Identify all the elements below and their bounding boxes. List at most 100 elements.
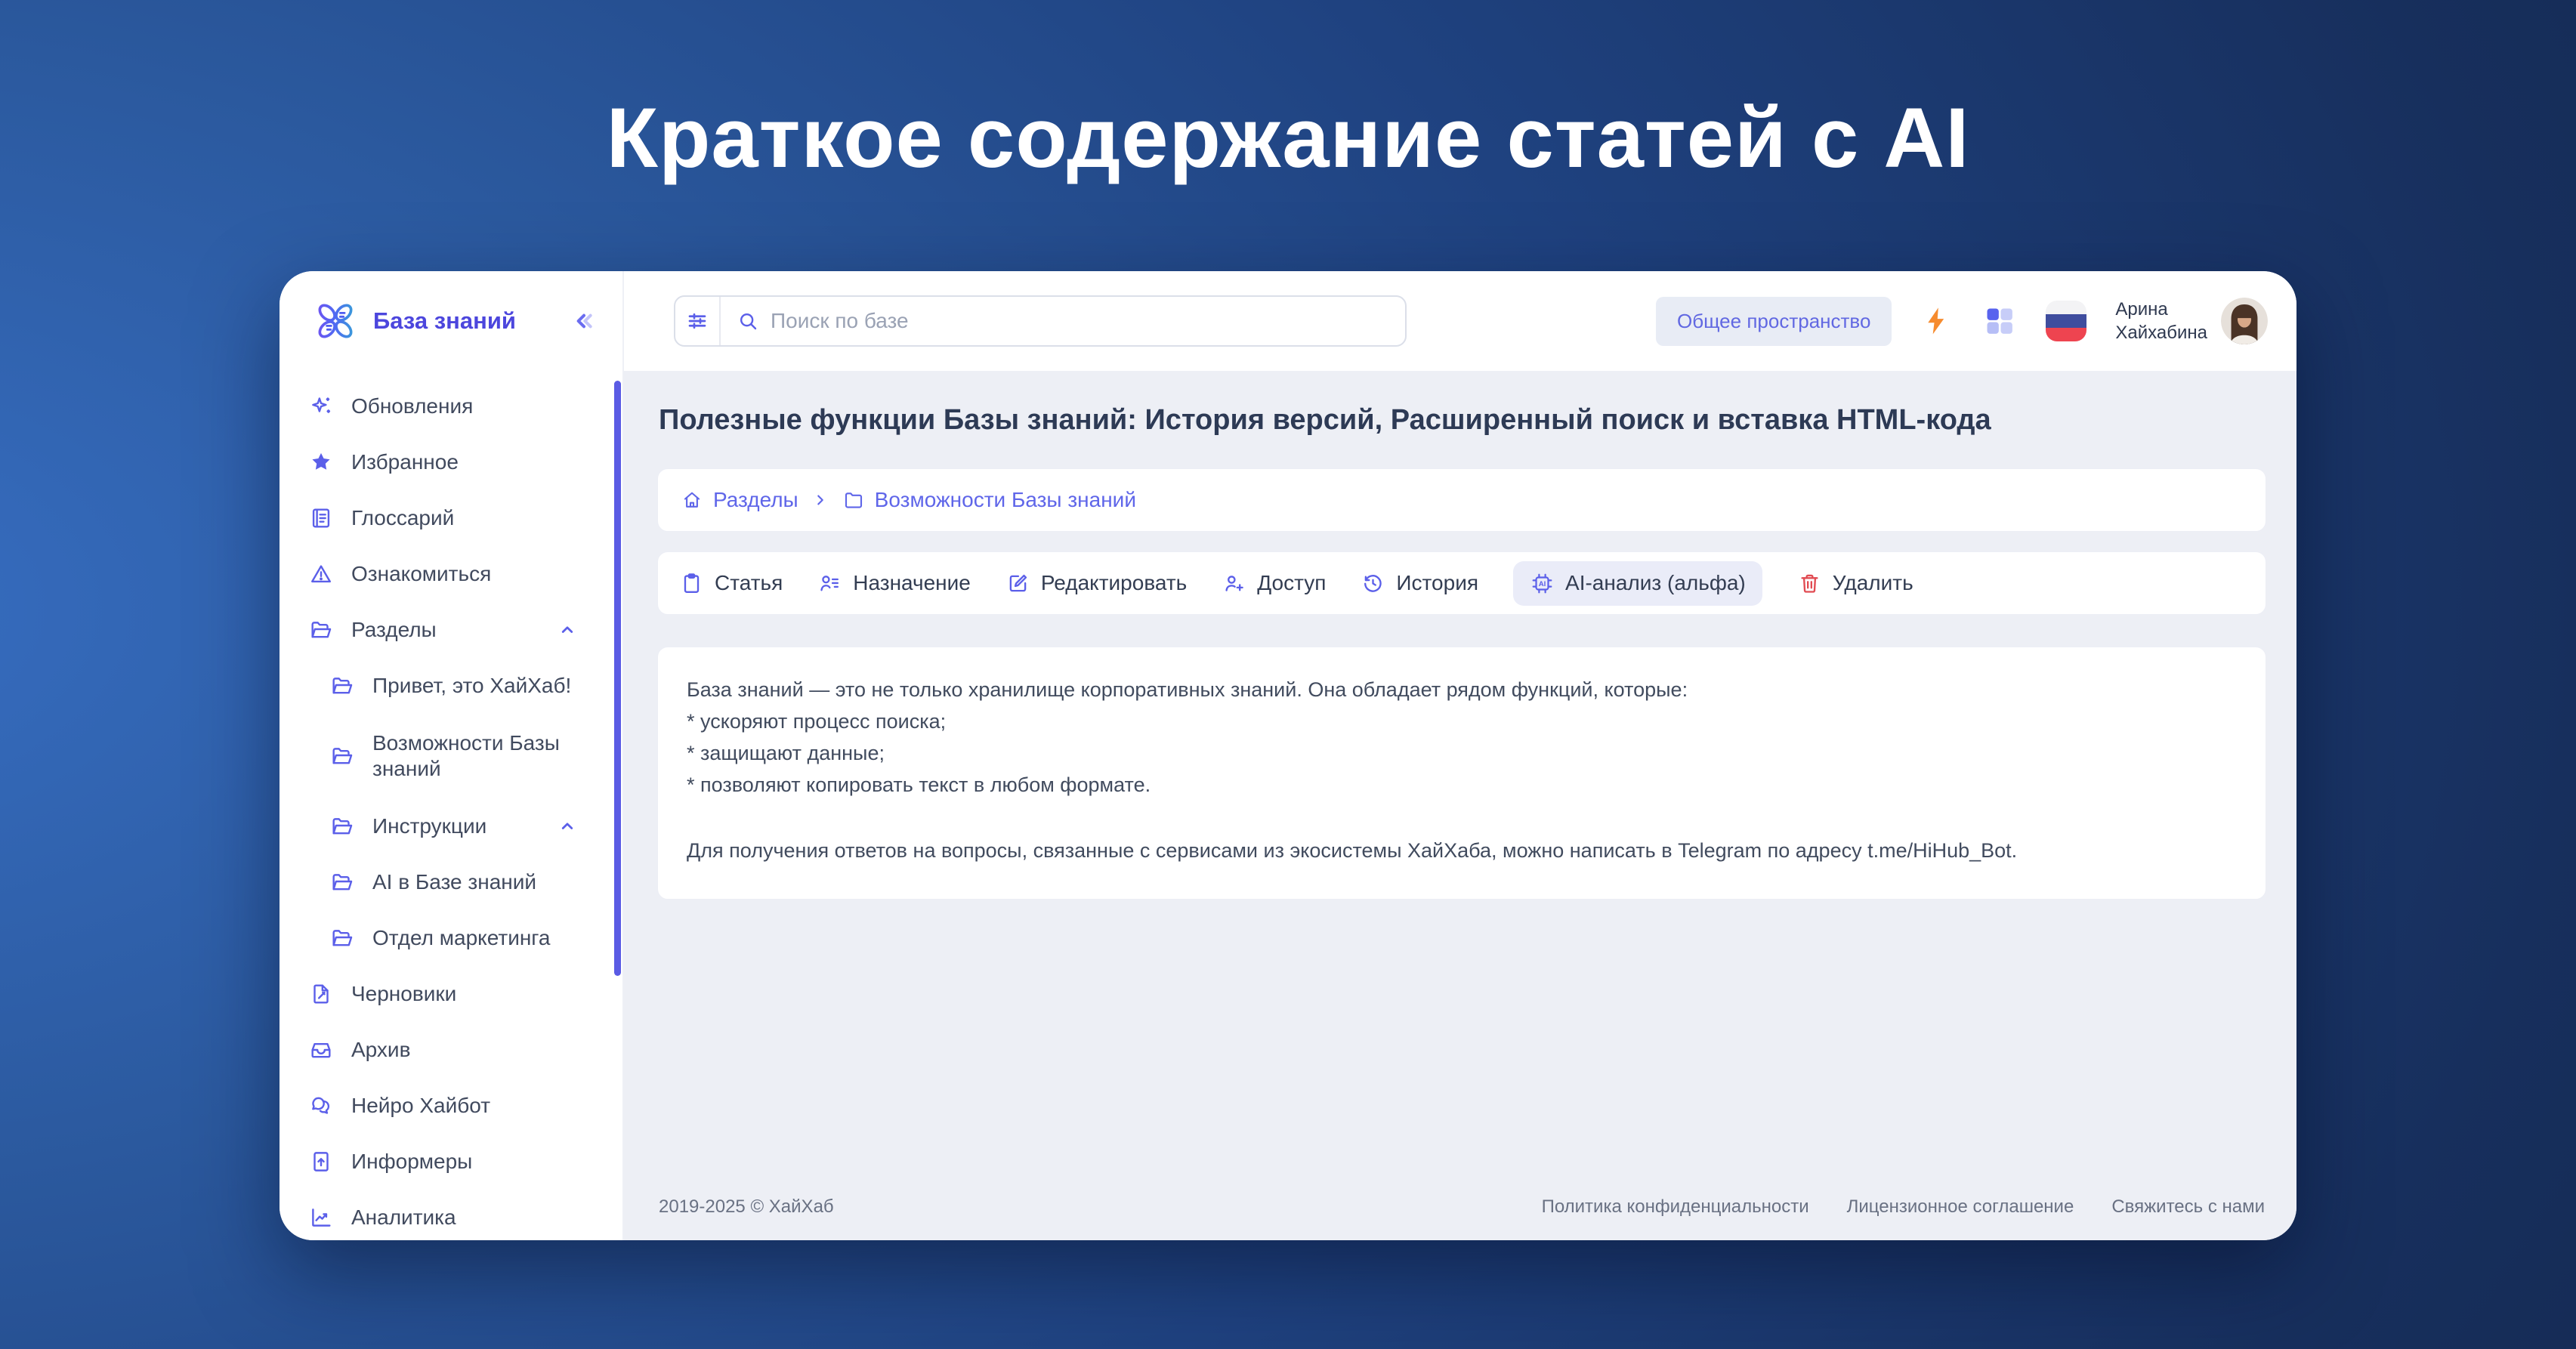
sidebar-item-label: Информеры: [351, 1150, 473, 1173]
sidebar-item-label: Нейро Хайбот: [351, 1094, 491, 1117]
access-button[interactable]: Доступ: [1222, 571, 1326, 596]
sidebar-item-analytics[interactable]: Аналитика: [280, 1190, 622, 1240]
sidebar-nav: Обновления Избранное Глоссарий Ознакомит…: [280, 371, 622, 1240]
history-button[interactable]: История: [1361, 571, 1478, 596]
sidebar-item-label: Архив: [351, 1038, 411, 1061]
edit-pencil-icon: [1005, 571, 1030, 596]
sidebar-item-label: Ознакомиться: [351, 562, 492, 585]
article-paragraph: Для получения ответов на вопросы, связан…: [687, 839, 2018, 863]
language-flag-ru[interactable]: [2046, 301, 2087, 341]
sidebar-item-label: Возможности Базы знаний: [372, 730, 560, 780]
warning-icon: [308, 561, 334, 587]
sidebar-item-updates[interactable]: Обновления: [280, 378, 622, 434]
star-icon: [308, 449, 334, 475]
breadcrumb-root-link[interactable]: Разделы: [681, 488, 798, 512]
sidebar-item-kb-features[interactable]: Возможности Базы знаний: [280, 714, 622, 798]
article-paragraph: * позволяют копировать текст в любом фор…: [687, 773, 1151, 796]
chevron-right-icon: [811, 490, 830, 510]
sidebar-item-label: AI в Базе знаний: [372, 870, 537, 894]
sparkles-icon: [308, 394, 334, 419]
clipboard-icon: [679, 571, 704, 596]
informer-icon: [308, 1149, 334, 1175]
app-logo-icon: [310, 295, 361, 347]
footer-link-license[interactable]: Лицензионное соглашение: [1847, 1196, 2074, 1218]
search-box: [674, 295, 1407, 347]
footer-link-privacy[interactable]: Политика конфиденциальности: [1542, 1196, 1809, 1218]
lightning-icon[interactable]: [1920, 304, 1954, 338]
article-tab-button[interactable]: Статья: [679, 571, 783, 596]
topbar-right: Общее пространство Арина Хайхабина: [1655, 296, 2268, 346]
app-name: База знаний: [373, 307, 516, 334]
sidebar-item-label: Обновления: [351, 394, 474, 418]
sidebar-collapse-button[interactable]: [567, 304, 600, 338]
article-paragraph: * ускоряют процесс поиска;: [687, 709, 947, 733]
footer: 2019-2025 © ХайХаб Политика конфиденциал…: [657, 1196, 2266, 1218]
double-chevron-left-icon: [568, 306, 598, 336]
sidebar-item-label: Избранное: [351, 450, 459, 474]
ai-analysis-button[interactable]: AI-анализ (альфа): [1513, 560, 1762, 606]
ai-chip-icon: [1530, 571, 1555, 596]
article-body: База знаний — это не только хранилище ко…: [657, 647, 2266, 900]
search-filter-button[interactable]: [675, 297, 721, 345]
sidebar-item-label: Черновики: [351, 982, 457, 1005]
folder-open-icon: [329, 925, 355, 951]
assignment-button[interactable]: Назначение: [817, 571, 971, 596]
home-icon: [681, 489, 703, 511]
apps-grid-icon[interactable]: [1982, 304, 2017, 338]
breadcrumb: Разделы Возможности Базы знаний: [657, 468, 2266, 532]
sidebar-item-neuro-hibot[interactable]: Нейро Хайбот: [280, 1078, 622, 1134]
space-badge[interactable]: Общее пространство: [1655, 296, 1892, 346]
topbar: Общее пространство Арина Хайхабина: [624, 271, 2296, 371]
folder-open-icon: [329, 743, 355, 769]
chevron-up-icon[interactable]: [556, 619, 579, 641]
article-paragraph: База знаний — это не только хранилище ко…: [687, 678, 1688, 701]
slide-title: Краткое содержание статей с AI: [606, 91, 1970, 185]
sidebar-item-ai-in-kb[interactable]: AI в Базе знаний: [280, 854, 622, 910]
user-name: Арина Хайхабина: [2115, 298, 2207, 343]
folder-open-icon: [329, 813, 355, 839]
sidebar-item-instructions[interactable]: Инструкции: [280, 798, 622, 854]
sidebar-item-hello-hihub[interactable]: Привет, это ХайХаб!: [280, 658, 622, 714]
edit-button[interactable]: Редактировать: [1005, 571, 1187, 596]
sidebar-item-label: Разделы: [351, 618, 437, 641]
user-plus-icon: [1222, 571, 1246, 596]
sidebar-item-get-acquainted[interactable]: Ознакомиться: [280, 546, 622, 602]
sidebar-item-marketing[interactable]: Отдел маркетинга: [280, 910, 622, 966]
sidebar-item-drafts[interactable]: Черновики: [280, 966, 622, 1022]
history-icon: [1361, 571, 1385, 596]
article-toolbar: Статья Назначение Редактировать Доступ И…: [657, 551, 2266, 615]
filter-sliders-icon: [685, 309, 709, 333]
footer-link-contact[interactable]: Свяжитесь с нами: [2111, 1196, 2265, 1218]
search-icon: [736, 309, 760, 333]
sidebar-scrollbar[interactable]: [614, 381, 621, 976]
search-input[interactable]: [771, 309, 1405, 333]
sidebar: База знаний Обновления Избранное Глоссар…: [280, 271, 624, 1240]
sidebar-item-label: Аналитика: [351, 1205, 456, 1229]
breadcrumb-root-label: Разделы: [713, 488, 798, 511]
folder-open-icon: [308, 617, 334, 643]
sidebar-item-label: Глоссарий: [351, 506, 455, 529]
folder-open-icon: [329, 673, 355, 699]
breadcrumb-current-link[interactable]: Возможности Базы знаний: [842, 488, 1136, 512]
sidebar-item-informers[interactable]: Информеры: [280, 1134, 622, 1190]
sidebar-item-archive[interactable]: Архив: [280, 1022, 622, 1078]
profile-menu[interactable]: Арина Хайхабина: [2115, 298, 2268, 344]
sidebar-item-label: Инструкции: [372, 814, 487, 838]
folder-open-icon: [329, 869, 355, 895]
chat-icon: [308, 1093, 334, 1119]
sidebar-item-label: Привет, это ХайХаб!: [372, 674, 572, 697]
draft-icon: [308, 981, 334, 1007]
folder-icon: [842, 489, 865, 511]
article-paragraph: * защищают данные;: [687, 741, 885, 764]
breadcrumb-current-label: Возможности Базы знаний: [874, 488, 1136, 511]
delete-button[interactable]: Удалить: [1797, 571, 1913, 596]
sidebar-item-favorites[interactable]: Избранное: [280, 434, 622, 490]
book-icon: [308, 505, 334, 531]
footer-links: Политика конфиденциальности Лицензионное…: [1542, 1196, 2265, 1218]
sidebar-item-sections[interactable]: Разделы: [280, 602, 622, 658]
chevron-up-icon[interactable]: [556, 815, 579, 838]
user-list-icon: [817, 571, 842, 596]
archive-icon: [308, 1037, 334, 1063]
trash-icon: [1797, 571, 1822, 596]
sidebar-item-glossary[interactable]: Глоссарий: [280, 490, 622, 546]
